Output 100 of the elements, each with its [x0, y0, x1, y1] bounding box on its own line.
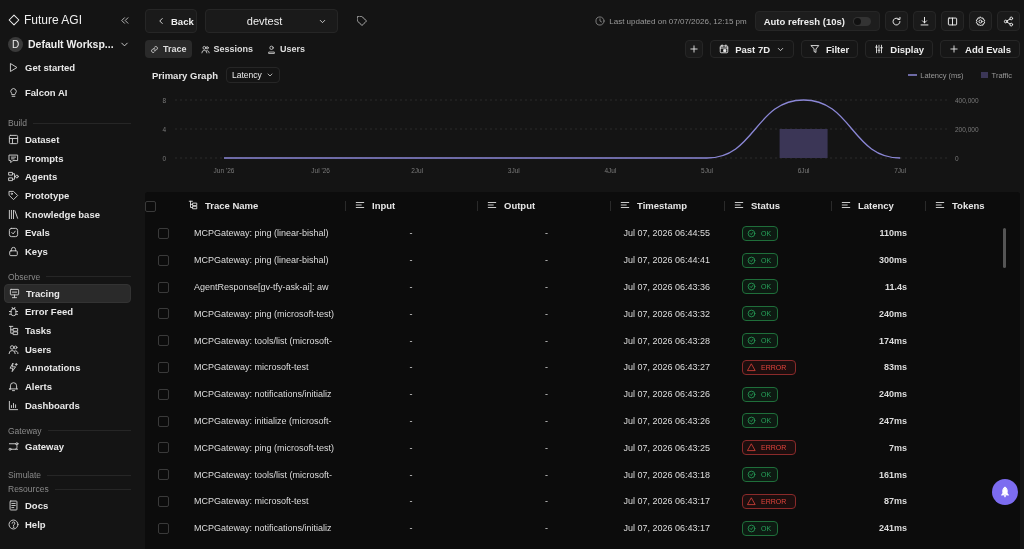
nav-item[interactable]: Help [4, 515, 131, 534]
nav-item[interactable]: Prompts [4, 148, 131, 168]
row-checkbox[interactable] [157, 522, 169, 534]
trace-name[interactable]: MCPGateway: initialize (microsoft- [194, 415, 332, 426]
row-checkbox[interactable] [157, 254, 169, 266]
trace-name[interactable]: MCPGateway: microsoft-test [194, 362, 309, 373]
select-all-checkbox[interactable] [145, 201, 156, 212]
column-header[interactable]: Output [487, 199, 536, 211]
traffic-bar [779, 129, 828, 158]
timestamp: Jul 07, 2026 06:43:25 [623, 442, 710, 453]
lines-icon [734, 200, 744, 211]
scrollbar[interactable] [1003, 228, 1006, 268]
nav-item[interactable]: Gateway [4, 437, 131, 457]
collapse-button[interactable] [119, 14, 130, 26]
row-checkbox[interactable] [157, 415, 169, 427]
filter-button[interactable]: Filter [801, 40, 859, 58]
auto-refresh-button[interactable]: Auto refresh (10s) [754, 11, 880, 31]
empty-value: - [409, 523, 413, 534]
share-button[interactable] [997, 11, 1020, 31]
date-range-dropdown[interactable]: Past 7D [710, 40, 795, 58]
section-label: Observe [8, 271, 41, 282]
nav-item[interactable]: Dashboards [4, 395, 131, 415]
warning-icon [747, 443, 756, 453]
empty-value: - [409, 389, 413, 400]
tab[interactable]: Users [262, 40, 311, 58]
column-header[interactable]: Latency [841, 199, 894, 211]
display-button[interactable]: Display [865, 40, 934, 58]
row-checkbox[interactable] [157, 335, 169, 347]
help-icon [8, 518, 19, 530]
trace-name[interactable]: MCPGateway: ping (microsoft-test) [194, 308, 335, 319]
nav-item[interactable]: Falcon AI [4, 82, 131, 102]
refresh-button[interactable] [885, 11, 908, 31]
column-header[interactable]: Timestamp [620, 199, 687, 211]
download-button[interactable] [913, 11, 936, 31]
check-circle-icon [747, 228, 756, 238]
check-circle-icon [747, 255, 756, 265]
timestamp: Jul 07, 2026 06:43:17 [623, 523, 710, 534]
workspace-selector[interactable]: D Default Worksp... [8, 35, 140, 53]
add-evals-button[interactable]: Add Evals [940, 40, 1020, 58]
trace-name[interactable]: MCPGateway: microsoft-test [194, 496, 309, 507]
trace-name[interactable]: AgentResponse[gv-tfy-ask-ai]: aw [194, 282, 329, 292]
books-icon [8, 208, 19, 220]
columns-button[interactable] [941, 11, 964, 31]
empty-value: - [409, 228, 413, 239]
bug-icon [8, 306, 19, 318]
latency-value: 241ms [878, 523, 907, 534]
tree-icon [8, 325, 19, 337]
users-icon [8, 343, 19, 355]
nav-item[interactable]: Evals [4, 223, 131, 243]
tag-icon[interactable] [356, 15, 368, 27]
row-checkbox[interactable] [157, 442, 169, 454]
row-checkbox[interactable] [157, 281, 169, 293]
tab[interactable]: Sessions [195, 40, 259, 58]
nav-item[interactable]: Docs [4, 496, 131, 515]
row-checkbox[interactable] [157, 361, 169, 373]
nav-item[interactable]: Annotations [4, 358, 131, 378]
trace-name[interactable]: MCPGateway: ping (linear-bishal) [194, 255, 329, 266]
empty-value: - [545, 228, 548, 239]
trace-name[interactable]: MCPGateway: ping (microsoft-test) [194, 442, 335, 453]
check-circle-icon [747, 523, 756, 533]
back-button[interactable]: Back [145, 9, 197, 33]
trace-name[interactable]: MCPGateway: tools/list (microsoft- [194, 469, 333, 480]
metric-dropdown[interactable]: Latency [226, 67, 280, 83]
settings-button[interactable] [969, 11, 992, 31]
row-checkbox[interactable] [157, 495, 169, 507]
nav-item[interactable]: Dataset [4, 130, 131, 149]
chat-icon [8, 152, 19, 164]
tab[interactable]: Trace [145, 40, 192, 58]
nav-item[interactable]: Tracing [4, 283, 131, 303]
nav-item[interactable]: Alerts [4, 377, 131, 396]
users-icon [200, 44, 210, 54]
add-button[interactable] [685, 40, 704, 58]
nav-item[interactable]: Users [4, 339, 131, 359]
timestamp: Jul 07, 2026 06:44:55 [623, 228, 710, 239]
latency-value: 300ms [878, 255, 907, 266]
trace-name[interactable]: MCPGateway: ping (linear-bishal) [194, 228, 329, 239]
nav-item[interactable]: Error Feed [4, 302, 131, 322]
row-checkbox[interactable] [157, 308, 169, 320]
check-circle-icon [747, 336, 756, 346]
share-icon [1003, 15, 1014, 27]
trace-name[interactable]: MCPGateway: notifications/initializ [194, 523, 332, 534]
trace-name[interactable]: MCPGateway: notifications/initializ [194, 389, 332, 400]
nav-item[interactable]: Knowledge base [4, 204, 131, 224]
column-header[interactable]: Tokens [935, 199, 985, 211]
trace-name[interactable]: MCPGateway: tools/list (microsoft- [194, 335, 333, 346]
nav-item[interactable]: Keys [4, 242, 131, 261]
row-checkbox[interactable] [157, 388, 169, 400]
nav-item[interactable]: Get started [4, 57, 131, 77]
nav-item[interactable]: Tasks [4, 321, 131, 340]
row-checkbox[interactable] [157, 227, 169, 239]
lock-icon [8, 245, 19, 257]
empty-value: - [409, 415, 413, 426]
nav-item[interactable]: Agents [4, 167, 131, 187]
column-header[interactable]: Trace Name [188, 199, 259, 211]
column-header[interactable]: Input [355, 199, 396, 211]
column-header[interactable]: Status [734, 199, 781, 211]
nav-item[interactable]: Prototype [4, 186, 131, 205]
row-checkbox[interactable] [157, 469, 169, 481]
toggle-switch[interactable] [853, 16, 871, 26]
project-dropdown[interactable]: devtest [205, 9, 338, 33]
